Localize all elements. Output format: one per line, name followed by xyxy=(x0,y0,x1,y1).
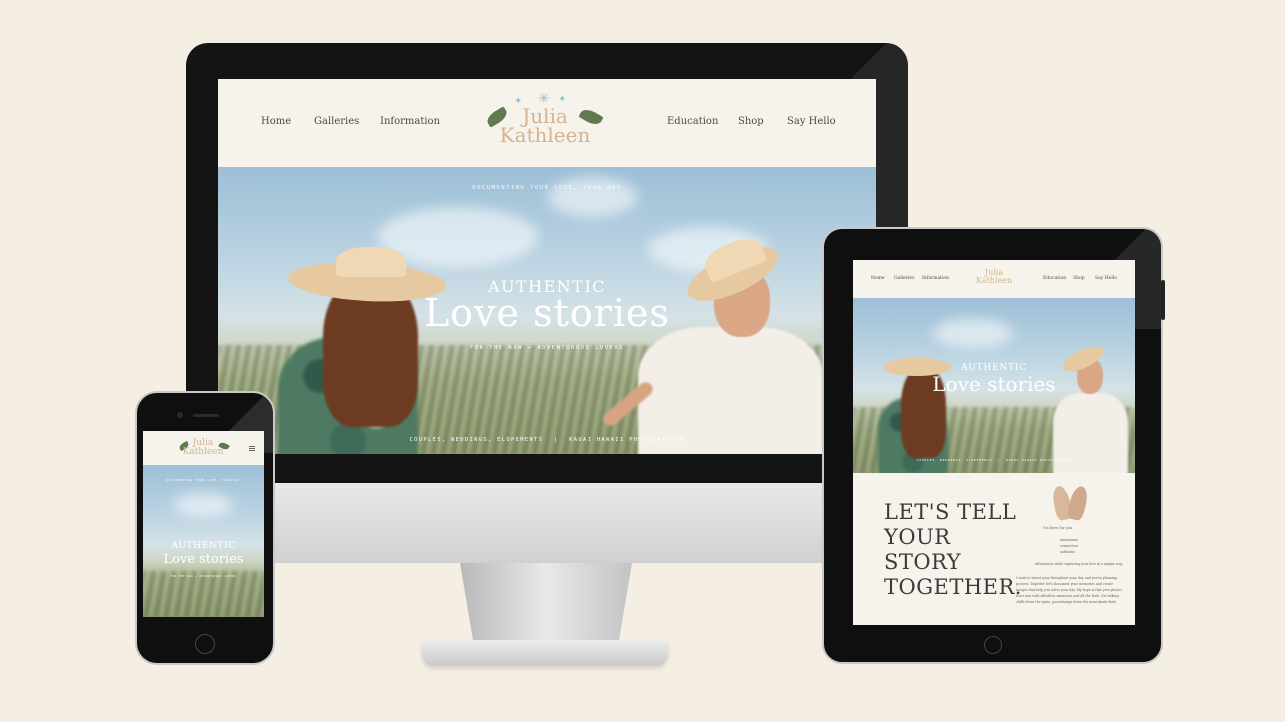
mini-list-item: authentic xyxy=(1060,550,1076,554)
phone-hero-title: Love stories xyxy=(163,552,244,567)
body-short: Adventures while capturing your love in … xyxy=(1035,562,1123,566)
story-heading-line: STORY xyxy=(884,550,962,574)
tablet-nav-say-hello[interactable]: Say Hello xyxy=(1095,276,1117,281)
phone-site-header: Julia Kathleen xyxy=(143,431,264,465)
logo-text: Julia Kathleen xyxy=(480,106,610,147)
hello-line: I'm here for you xyxy=(1043,526,1073,530)
tablet-side-button xyxy=(1161,280,1165,320)
hero-tagline: DOCUMENTING YOUR LOVE, YOUR WAY xyxy=(472,185,622,191)
phone-speaker xyxy=(193,414,219,417)
tablet-nav-galleries[interactable]: Galleries xyxy=(894,276,914,281)
phone-home-button[interactable] xyxy=(195,634,215,654)
cloud xyxy=(933,318,1013,348)
story-heading: LET'S TELL YOUR STORY TOGETHER. xyxy=(884,500,1022,600)
grass xyxy=(143,571,264,617)
body-long: I want to invest your throughout your da… xyxy=(1016,575,1131,605)
story-heading-line: YOUR xyxy=(884,525,951,549)
tablet-hero-footer-sep: | xyxy=(997,458,1001,462)
tablet-logo-line2: Kathleen xyxy=(975,275,1013,285)
tablet-screen: Home Galleries Information Julia Kathlee… xyxy=(853,260,1135,625)
body-line: chills down the spine, goosebumps down t… xyxy=(1016,600,1118,604)
monitor-chin xyxy=(186,483,908,563)
cloud xyxy=(548,177,638,217)
hands-image xyxy=(1050,484,1090,522)
monitor-stand xyxy=(460,563,632,645)
nav-galleries[interactable]: Galleries xyxy=(314,116,359,127)
tablet-hero-footer-left: COUPLES, WEDDINGS, ELOPEMENTS xyxy=(916,458,993,462)
mini-list: intentional connection authentic xyxy=(1060,537,1078,555)
tablet-logo[interactable]: Julia Kathleen xyxy=(969,269,1019,284)
hero-footer-sep: | xyxy=(553,437,559,443)
woman-hat-crown xyxy=(336,247,406,277)
story-heading-line: LET'S TELL xyxy=(884,500,1017,524)
tablet-nav-education[interactable]: Education xyxy=(1043,276,1066,281)
phone-logo-line2: Kathleen xyxy=(182,446,224,457)
cloud xyxy=(173,493,233,517)
phone-screen: Julia Kathleen DOCUMENTING YOUR LOVE, YO… xyxy=(143,431,264,617)
phone-camera xyxy=(177,412,183,418)
story-heading-line: TOGETHER. xyxy=(884,575,1022,599)
hero-subtitle: FOR THE RAW + ADVENTUROUS LOVERS xyxy=(470,345,624,351)
nav-education[interactable]: Education xyxy=(667,116,718,127)
phone-hero-image: DOCUMENTING YOUR LOVE, YOUR WAY AUTHENTI… xyxy=(143,465,264,617)
hand-shape xyxy=(1066,484,1090,522)
phone-hero-tagline: DOCUMENTING YOUR LOVE, YOUR WAY xyxy=(166,478,241,482)
site-logo[interactable]: ✦ ✳ ✦ Julia Kathleen xyxy=(480,89,610,161)
hero-footer: COUPLES, WEDDINGS, ELOPEMENTS | KAUAI HA… xyxy=(218,437,876,443)
hero-image: DOCUMENTING YOUR LOVE, YOUR WAY AUTHENTI… xyxy=(218,167,876,454)
tablet-site-header: Home Galleries Information Julia Kathlee… xyxy=(853,260,1135,298)
star-icon: ✳ xyxy=(538,90,550,106)
tablet-hero-title: Love stories xyxy=(932,372,1056,396)
site-header: Home Galleries Information ✦ ✳ ✦ Julia K… xyxy=(218,79,876,167)
tablet-nav-shop[interactable]: Shop xyxy=(1073,276,1085,281)
hamburger-menu-icon[interactable] xyxy=(249,446,255,451)
nav-home[interactable]: Home xyxy=(261,116,291,127)
hero-title: Love stories xyxy=(423,291,671,335)
tablet-nav-home[interactable]: Home xyxy=(871,276,885,281)
tablet-home-button[interactable] xyxy=(984,636,1002,654)
nav-shop[interactable]: Shop xyxy=(738,116,764,127)
nav-information[interactable]: Information xyxy=(380,116,440,127)
phone-logo[interactable]: Julia Kathleen xyxy=(173,439,233,456)
logo-line2: Kathleen xyxy=(499,123,591,147)
tablet-hero-image: AUTHENTIC Love stories COUPLES, WEDDINGS… xyxy=(853,298,1135,473)
hero-footer-right: KAUAI HAWAII PHOTOGRAPHER xyxy=(569,437,685,443)
nav-say-hello[interactable]: Say Hello xyxy=(787,116,836,127)
phone-hero-small: AUTHENTIC xyxy=(171,541,236,551)
tablet-hero-footer: COUPLES, WEDDINGS, ELOPEMENTS | KAUAI HA… xyxy=(853,458,1135,462)
monitor-base xyxy=(422,640,668,666)
hero-footer-left: COUPLES, WEDDINGS, ELOPEMENTS xyxy=(409,437,544,443)
phone-hero-subtitle: FOR THE RAW + ADVENTUROUS LOVERS xyxy=(170,575,237,578)
tablet-nav-information[interactable]: Information xyxy=(922,276,949,281)
tablet-hero-footer-right: KAUAI HAWAII PHOTOGRAPHER xyxy=(1006,458,1072,462)
desktop-screen: Home Galleries Information ✦ ✳ ✦ Julia K… xyxy=(218,79,876,454)
